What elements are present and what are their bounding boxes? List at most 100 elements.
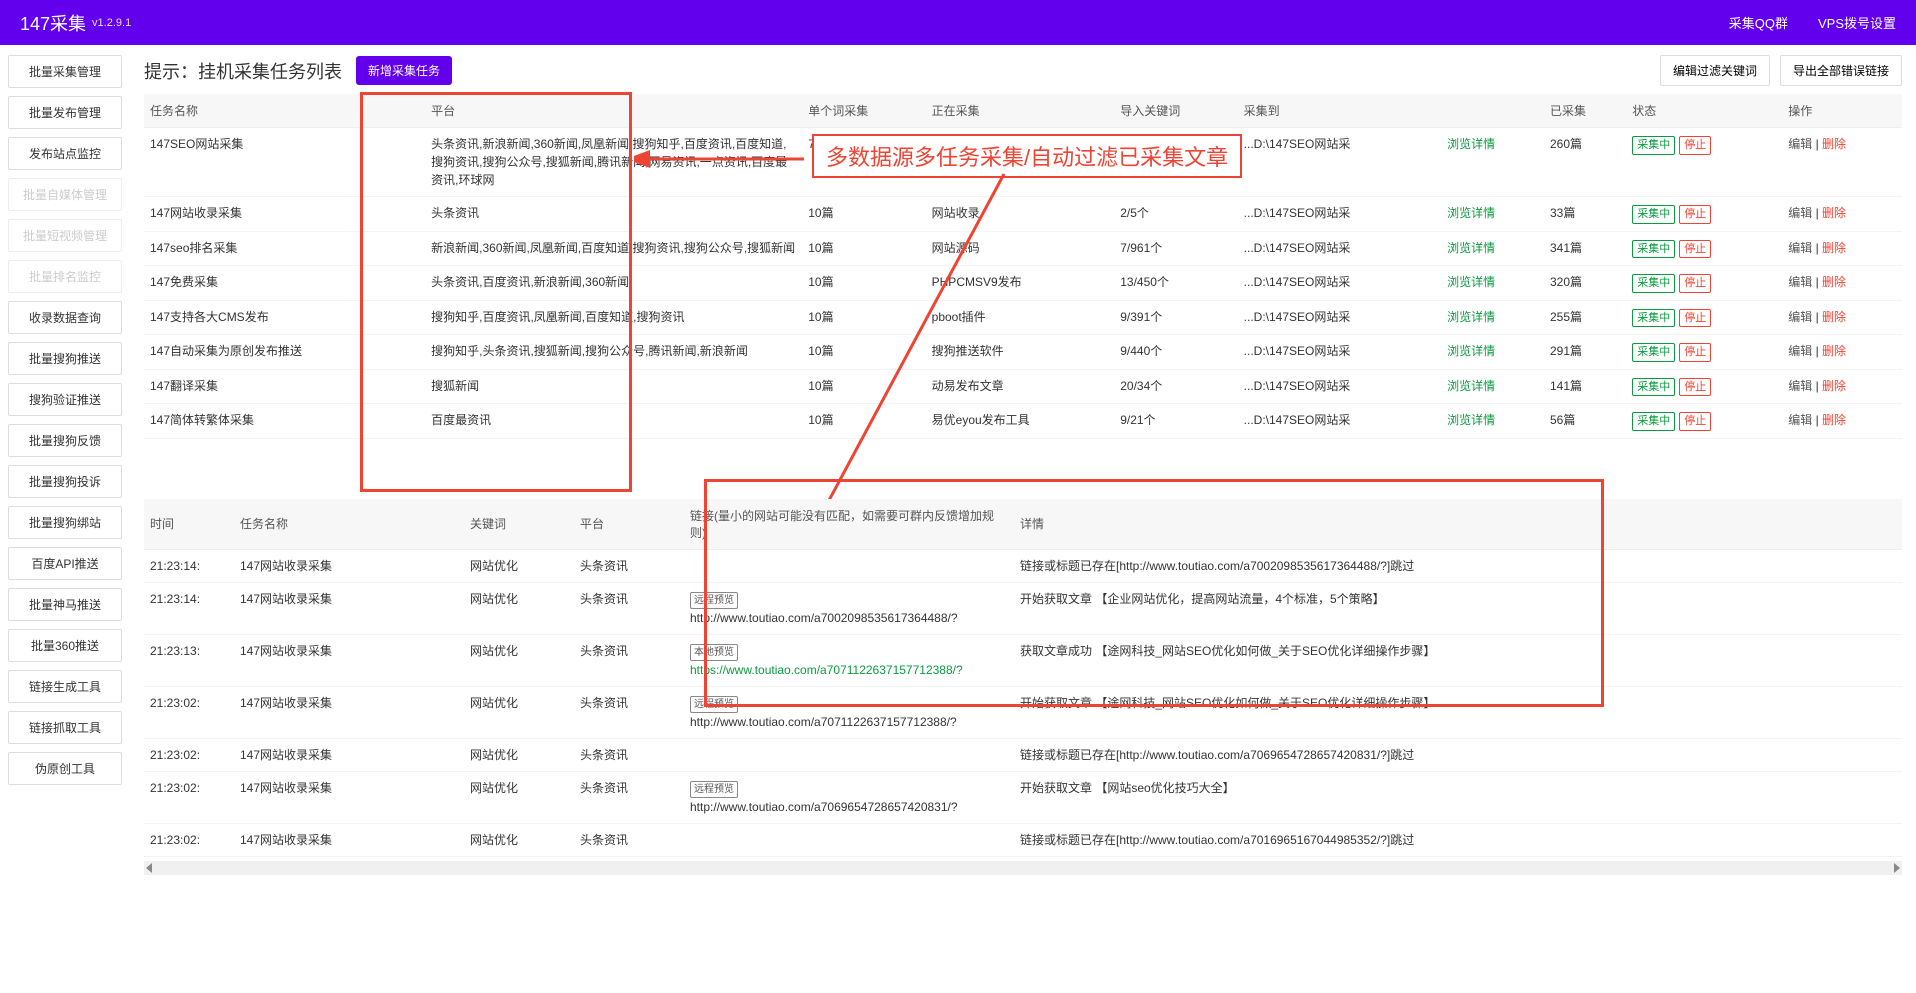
log-cell: 网站优化 bbox=[464, 582, 574, 634]
task-row: 147SEO网站采集头条资讯,新浪新闻,360新闻,凤凰新闻,搜狗知乎,百度资讯… bbox=[144, 128, 1902, 197]
task-cell: 9/21个 bbox=[1114, 404, 1237, 439]
view-detail-link[interactable]: 浏览详情 bbox=[1447, 413, 1495, 427]
delete-link[interactable]: 删除 bbox=[1822, 344, 1846, 358]
log-detail: 获取文章成功 【途网科技_网站SEO优化如何做_关于SEO优化详细操作步骤】 bbox=[1014, 634, 1902, 686]
header-link-qq[interactable]: 采集QQ群 bbox=[1729, 13, 1788, 32]
stop-button[interactable]: 停止 bbox=[1679, 240, 1711, 259]
sidebar-item-17[interactable]: 伪原创工具 bbox=[8, 752, 122, 785]
log-cell: 头条资讯 bbox=[574, 823, 684, 856]
remote-preview-badge[interactable]: 远程预览 bbox=[690, 696, 738, 713]
log-cell: 21:23:02: bbox=[144, 771, 234, 823]
stop-button[interactable]: 停止 bbox=[1679, 136, 1711, 155]
edit-link[interactable]: 编辑 bbox=[1788, 275, 1812, 289]
edit-link[interactable]: 编辑 bbox=[1788, 413, 1812, 427]
sidebar-item-11[interactable]: 批量搜狗绑站 bbox=[8, 506, 122, 539]
status-running-badge: 采集中 bbox=[1632, 136, 1675, 155]
log-link-cell: 远程预览 http://www.toutiao.com/a700209853561… bbox=[684, 582, 1014, 634]
logs-col-2: 关键词 bbox=[464, 499, 574, 550]
remote-preview-badge[interactable]: 远程预览 bbox=[690, 592, 738, 609]
log-url[interactable]: http://www.toutiao.com/a7071122637157712… bbox=[690, 715, 957, 729]
view-detail-link[interactable]: 浏览详情 bbox=[1447, 344, 1495, 358]
edit-link[interactable]: 编辑 bbox=[1788, 379, 1812, 393]
logs-col-5: 详情 bbox=[1014, 499, 1902, 550]
task-cell: ...D:\147SEO网站采 bbox=[1238, 128, 1441, 197]
stop-button[interactable]: 停止 bbox=[1679, 343, 1711, 362]
stop-button[interactable]: 停止 bbox=[1679, 378, 1711, 397]
delete-link[interactable]: 删除 bbox=[1822, 241, 1846, 255]
local-preview-badge[interactable]: 本地预览 bbox=[690, 644, 738, 661]
task-cell: 10篇 bbox=[802, 404, 925, 439]
delete-link[interactable]: 删除 bbox=[1822, 137, 1846, 151]
log-cell: 网站优化 bbox=[464, 686, 574, 738]
log-cell: 147网站收录采集 bbox=[234, 582, 464, 634]
sidebar-item-12[interactable]: 百度API推送 bbox=[8, 547, 122, 580]
view-detail-link[interactable]: 浏览详情 bbox=[1447, 379, 1495, 393]
log-cell: 147网站收录采集 bbox=[234, 634, 464, 686]
edit-filter-button[interactable]: 编辑过滤关键词 bbox=[1660, 55, 1770, 86]
sidebar-item-6[interactable]: 收录数据查询 bbox=[8, 301, 122, 334]
sidebar-item-14[interactable]: 批量360推送 bbox=[8, 629, 122, 662]
view-detail-link[interactable]: 浏览详情 bbox=[1447, 206, 1495, 220]
horizontal-scrollbar[interactable] bbox=[144, 861, 1902, 875]
sidebar-item-13[interactable]: 批量神马推送 bbox=[8, 588, 122, 621]
view-detail-link[interactable]: 浏览详情 bbox=[1447, 137, 1495, 151]
tasks-col-8: 状态 bbox=[1626, 94, 1782, 128]
tasks-col-5: 采集到 bbox=[1238, 94, 1441, 128]
log-url[interactable]: http://www.toutiao.com/a7069654728657420… bbox=[690, 800, 958, 814]
task-cell: 2/5个 bbox=[1114, 197, 1237, 232]
header-link-vps[interactable]: VPS拨号设置 bbox=[1818, 13, 1896, 32]
delete-link[interactable]: 删除 bbox=[1822, 379, 1846, 393]
delete-link[interactable]: 删除 bbox=[1822, 310, 1846, 324]
export-errors-button[interactable]: 导出全部错误链接 bbox=[1780, 55, 1902, 86]
tasks-col-4: 导入关键词 bbox=[1114, 94, 1237, 128]
sidebar-item-16[interactable]: 链接抓取工具 bbox=[8, 711, 122, 744]
log-cell: 网站优化 bbox=[464, 738, 574, 771]
task-cell: 10篇 bbox=[802, 369, 925, 404]
remote-preview-badge[interactable]: 远程预览 bbox=[690, 781, 738, 798]
edit-link[interactable]: 编辑 bbox=[1788, 310, 1812, 324]
sidebar-item-8[interactable]: 搜狗验证推送 bbox=[8, 383, 122, 416]
status-running-badge: 采集中 bbox=[1632, 412, 1675, 431]
log-detail: 开始获取文章 【企业网站优化，提高网站流量，4个标准，5个策略】 bbox=[1014, 582, 1902, 634]
log-url[interactable]: http://www.toutiao.com/a7002098535617364… bbox=[690, 611, 958, 625]
task-cell: ...D:\147SEO网站采 bbox=[1238, 300, 1441, 335]
status-running-badge: 采集中 bbox=[1632, 205, 1675, 224]
sidebar-item-10[interactable]: 批量搜狗投诉 bbox=[8, 465, 122, 498]
sidebar-item-7[interactable]: 批量搜狗推送 bbox=[8, 342, 122, 375]
delete-link[interactable]: 删除 bbox=[1822, 413, 1846, 427]
log-cell: 21:23:02: bbox=[144, 823, 234, 856]
edit-link[interactable]: 编辑 bbox=[1788, 137, 1812, 151]
task-cell: 320篇 bbox=[1544, 266, 1626, 301]
task-row: 147支持各大CMS发布搜狗知乎,百度资讯,凤凰新闻,百度知道,搜狗资讯10篇p… bbox=[144, 300, 1902, 335]
edit-link[interactable]: 编辑 bbox=[1788, 344, 1812, 358]
view-detail-link[interactable]: 浏览详情 bbox=[1447, 275, 1495, 289]
edit-link[interactable]: 编辑 bbox=[1788, 241, 1812, 255]
task-cell: 141篇 bbox=[1544, 369, 1626, 404]
task-cell: 搜狗知乎,头条资讯,搜狐新闻,搜狗公众号,腾讯新闻,新浪新闻 bbox=[425, 335, 802, 370]
tasks-col-0: 任务名称 bbox=[144, 94, 425, 128]
add-task-button[interactable]: 新增采集任务 bbox=[356, 56, 452, 85]
task-cell: 9/440个 bbox=[1114, 335, 1237, 370]
view-detail-link[interactable]: 浏览详情 bbox=[1447, 241, 1495, 255]
task-row: 147网站收录采集头条资讯10篇网站收录2/5个...D:\147SEO网站采浏… bbox=[144, 197, 1902, 232]
log-url[interactable]: https://www.toutiao.com/a707112263715771… bbox=[690, 663, 963, 677]
log-link-cell bbox=[684, 738, 1014, 771]
sidebar-item-2[interactable]: 发布站点监控 bbox=[8, 137, 122, 170]
task-cell: 147seo排名采集 bbox=[144, 231, 425, 266]
stop-button[interactable]: 停止 bbox=[1679, 274, 1711, 293]
sidebar-item-1[interactable]: 批量发布管理 bbox=[8, 96, 122, 129]
task-cell: 147自动采集为原创发布推送 bbox=[144, 335, 425, 370]
stop-button[interactable]: 停止 bbox=[1679, 412, 1711, 431]
sidebar-item-0[interactable]: 批量采集管理 bbox=[8, 55, 122, 88]
task-cell: 新浪新闻,360新闻,凤凰新闻,百度知道,搜狗资讯,搜狗公众号,搜狐新闻 bbox=[425, 231, 802, 266]
task-cell: 网站源码 bbox=[926, 231, 1115, 266]
status-running-badge: 采集中 bbox=[1632, 240, 1675, 259]
sidebar-item-15[interactable]: 链接生成工具 bbox=[8, 670, 122, 703]
delete-link[interactable]: 删除 bbox=[1822, 206, 1846, 220]
sidebar-item-9[interactable]: 批量搜狗反馈 bbox=[8, 424, 122, 457]
view-detail-link[interactable]: 浏览详情 bbox=[1447, 310, 1495, 324]
delete-link[interactable]: 删除 bbox=[1822, 275, 1846, 289]
stop-button[interactable]: 停止 bbox=[1679, 309, 1711, 328]
edit-link[interactable]: 编辑 bbox=[1788, 206, 1812, 220]
stop-button[interactable]: 停止 bbox=[1679, 205, 1711, 224]
